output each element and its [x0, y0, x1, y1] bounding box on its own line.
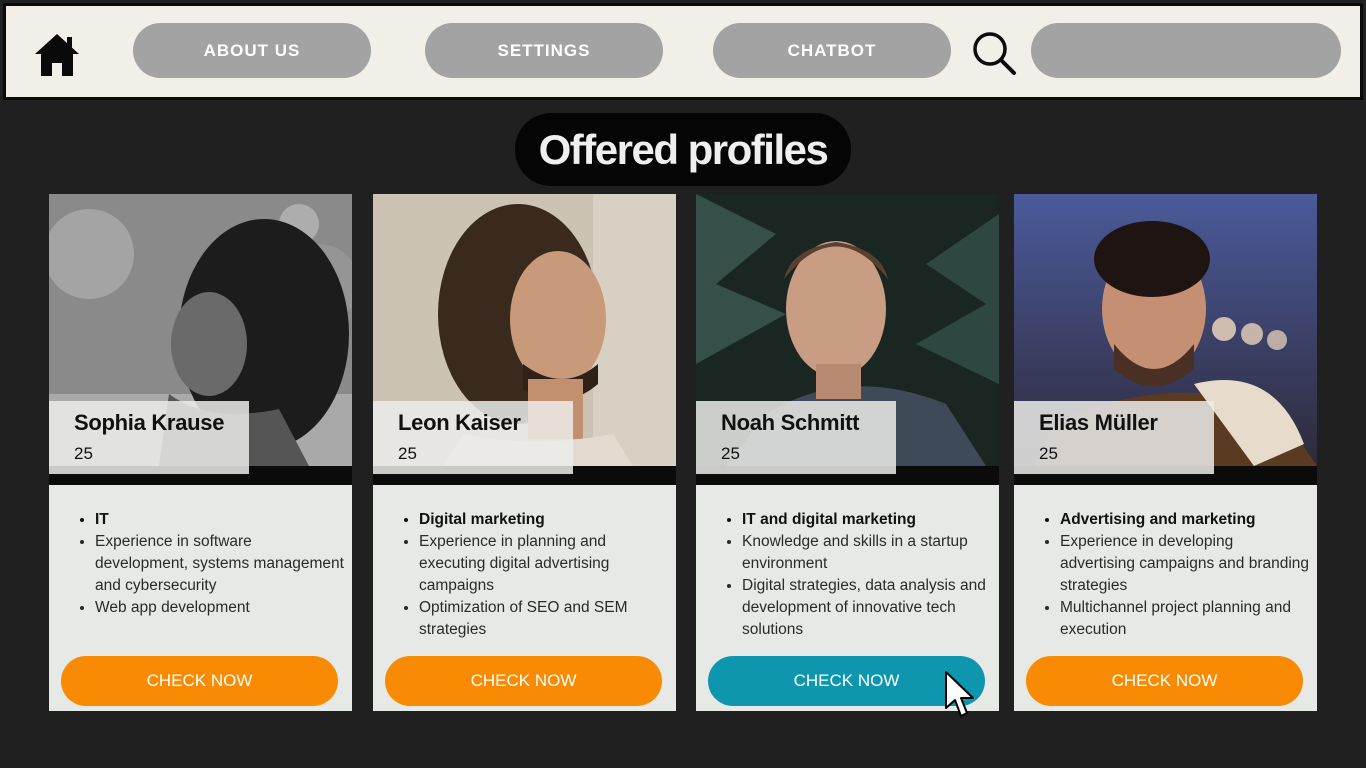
- about-us-button[interactable]: ABOUT US: [133, 23, 371, 78]
- profile-field: Digital marketing: [419, 509, 669, 531]
- profile-point: Optimization of SEO and SEM strategies: [419, 597, 669, 641]
- profile-point: Experience in software development, syst…: [95, 531, 345, 597]
- profile-details-list: Digital marketing Experience in planning…: [419, 509, 669, 641]
- profile-point: Experience in developing advertising cam…: [1060, 531, 1310, 597]
- profile-name: Sophia Krause: [74, 410, 225, 435]
- profile-age: 25: [398, 444, 417, 463]
- profile-card-elias: Elias Müller 25 Advertising and marketin…: [1014, 194, 1317, 711]
- profile-name-box: Leon Kaiser 25: [373, 401, 573, 474]
- profile-age: 25: [74, 444, 93, 463]
- profile-card-noah: Noah Schmitt 25 IT and digital marketing…: [696, 194, 999, 711]
- profile-field: IT and digital marketing: [742, 509, 992, 531]
- chatbot-button[interactable]: CHATBOT: [713, 23, 951, 78]
- profile-name-box: Sophia Krause 25: [49, 401, 249, 474]
- profile-card-leon: Leon Kaiser 25 Digital marketing Experie…: [373, 194, 676, 711]
- profile-field: Advertising and marketing: [1060, 509, 1310, 531]
- profile-point: Experience in planning and executing dig…: [419, 531, 669, 597]
- profile-point: Web app development: [95, 597, 345, 619]
- profile-point: Knowledge and skills in a startup enviro…: [742, 531, 992, 575]
- profile-name: Elias Müller: [1039, 410, 1158, 435]
- top-navigation-bar: ABOUT US SETTINGS CHATBOT: [3, 3, 1363, 100]
- check-now-button[interactable]: CHECK NOW: [385, 656, 662, 706]
- profile-name-box: Noah Schmitt 25: [696, 401, 896, 474]
- check-now-button[interactable]: CHECK NOW: [708, 656, 985, 706]
- profile-field: IT: [95, 509, 345, 531]
- settings-button[interactable]: SETTINGS: [425, 23, 663, 78]
- home-icon[interactable]: [32, 30, 82, 80]
- profile-point: Multichannel project planning and execut…: [1060, 597, 1310, 641]
- profile-details-list: IT and digital marketing Knowledge and s…: [742, 509, 992, 641]
- profile-details-list: IT Experience in software development, s…: [95, 509, 345, 619]
- check-now-button[interactable]: CHECK NOW: [61, 656, 338, 706]
- profile-name: Leon Kaiser: [398, 410, 521, 435]
- profile-name: Noah Schmitt: [721, 410, 860, 435]
- page-title: Offered profiles: [515, 113, 851, 186]
- search-input[interactable]: [1031, 23, 1341, 78]
- profile-name-box: Elias Müller 25: [1014, 401, 1214, 474]
- profile-age: 25: [1039, 444, 1058, 463]
- profile-point: Digital strategies, data analysis and de…: [742, 575, 992, 641]
- search-icon[interactable]: [968, 28, 1018, 78]
- profile-age: 25: [721, 444, 740, 463]
- profile-details-list: Advertising and marketing Experience in …: [1060, 509, 1310, 641]
- check-now-button[interactable]: CHECK NOW: [1026, 656, 1303, 706]
- profile-card-sophia: Sophia Krause 25 IT Experience in softwa…: [49, 194, 352, 711]
